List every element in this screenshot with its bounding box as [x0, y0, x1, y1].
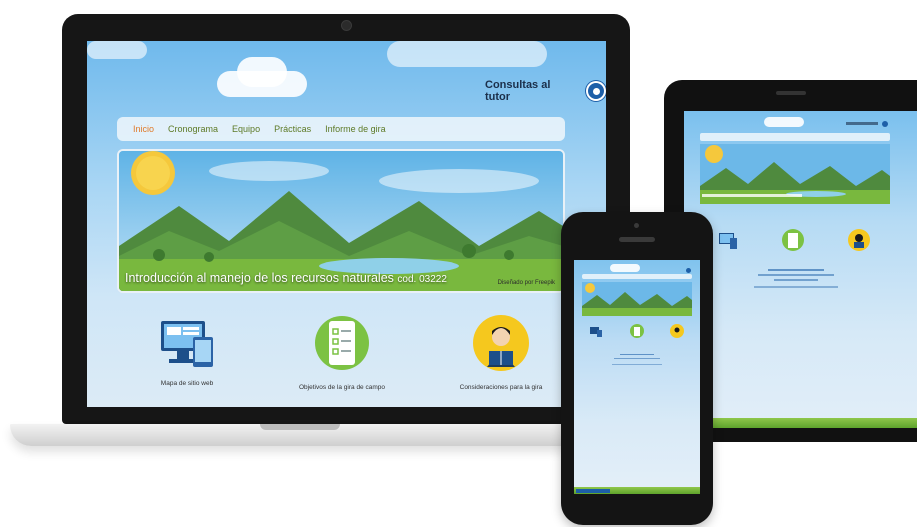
course-code: cod. 03222: [397, 274, 447, 285]
laptop-screen: Consultas al tutor Inicio Cronograma Equ…: [87, 41, 606, 407]
checklist-icon[interactable]: [630, 324, 644, 338]
feature-objectives[interactable]: Objetivos de la gira de campo: [297, 311, 387, 391]
grass-footer: [684, 418, 917, 428]
chat-icon[interactable]: [686, 268, 691, 273]
tablet-screen: [684, 111, 917, 428]
nav-item-inicio[interactable]: Inicio: [133, 124, 154, 134]
reader-person-icon[interactable]: [670, 324, 684, 338]
footer-line: [774, 279, 818, 281]
phone-speaker: [619, 237, 655, 242]
phone-camera: [634, 223, 639, 228]
course-name: Introducción al manejo de los recursos n…: [125, 271, 394, 285]
laptop-camera: [341, 20, 352, 31]
chat-icon[interactable]: [882, 121, 888, 127]
feature-considerations[interactable]: Consideraciones para la gira: [451, 311, 551, 391]
footer-line: [614, 358, 660, 359]
landscape-illustration-mini: [582, 282, 692, 316]
main-nav-mini: [700, 133, 890, 141]
image-credit: Diseñado por Freepik: [497, 280, 555, 286]
laptop-base: [10, 424, 590, 446]
cloud: [87, 41, 147, 59]
nav-item-practicas[interactable]: Prácticas: [274, 124, 311, 134]
footer-line: [758, 274, 834, 276]
tutor-link[interactable]: Consultas al tutor: [485, 79, 606, 103]
laptop-device: Consultas al tutor Inicio Cronograma Equ…: [62, 14, 630, 424]
reader-person-icon[interactable]: [473, 311, 529, 375]
course-title: Introducción al manejo de los recursos n…: [125, 271, 447, 285]
footer-line: [612, 364, 662, 365]
weebly-badge[interactable]: [576, 489, 610, 493]
footer-line: [754, 286, 838, 288]
tutor-label-mini[interactable]: [846, 122, 878, 125]
website-devices-icon[interactable]: [159, 319, 215, 371]
landscape-illustration: [119, 151, 563, 291]
tablet-speaker: [776, 91, 806, 95]
reader-person-icon[interactable]: [848, 229, 870, 251]
website-devices-icon[interactable]: [590, 326, 602, 338]
checklist-icon[interactable]: [315, 311, 369, 375]
feature-label[interactable]: Mapa de sitio web: [147, 380, 227, 387]
main-nav-mini: [582, 274, 692, 279]
feature-site-map[interactable]: Mapa de sitio web: [147, 319, 227, 387]
cloud: [237, 57, 287, 87]
checklist-icon[interactable]: [782, 229, 804, 251]
feature-label[interactable]: Objetivos de la gira de campo: [297, 384, 387, 391]
hero-banner: Introducción al manejo de los recursos n…: [117, 149, 565, 293]
footer-line: [768, 269, 824, 271]
nav-item-equipo[interactable]: Equipo: [232, 124, 260, 134]
footer-line: [620, 354, 654, 355]
cloud: [610, 264, 640, 272]
laptop-notch: [260, 424, 340, 430]
nav-item-cronograma[interactable]: Cronograma: [168, 124, 218, 134]
landscape-illustration-mini: [700, 144, 890, 204]
website-devices-icon[interactable]: [718, 231, 738, 251]
cloud: [387, 41, 547, 67]
cloud: [764, 117, 804, 127]
tutor-label[interactable]: Consultas al tutor: [485, 79, 578, 103]
chat-icon[interactable]: [586, 81, 606, 101]
main-nav: Inicio Cronograma Equipo Prácticas Infor…: [117, 117, 565, 141]
feature-label[interactable]: Consideraciones para la gira: [451, 384, 551, 391]
nav-item-informe[interactable]: Informe de gira: [325, 124, 386, 134]
phone-device: [561, 212, 713, 525]
phone-screen: [574, 260, 700, 494]
